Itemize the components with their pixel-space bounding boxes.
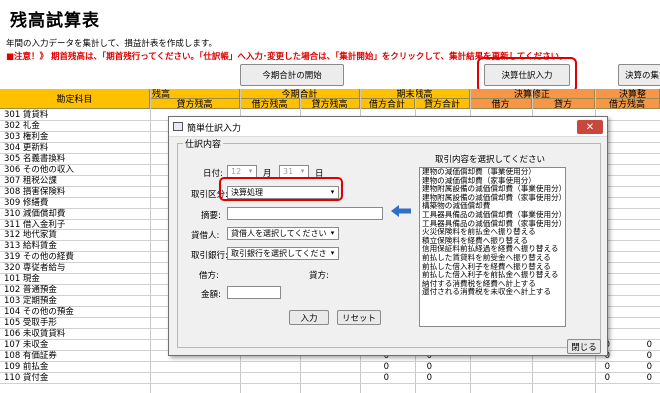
account-code-name: 308 損害保険料: [4, 186, 66, 197]
cell-value: 0: [383, 361, 389, 372]
cell-value: 0: [383, 372, 389, 383]
input-button[interactable]: 入力: [289, 310, 329, 325]
sub-header: 借方合計: [360, 99, 415, 109]
account-code-name: 303 権利金: [4, 131, 49, 142]
account-code-name: 320 専従者給与: [4, 263, 66, 274]
lender-select[interactable]: 貸借人を選択してください ▾: [227, 227, 339, 240]
page-title: 残高試算表: [10, 11, 100, 31]
sub-header: 貸方合計: [415, 99, 470, 109]
month-value: 12: [231, 167, 242, 176]
bank-label: 取引銀行:: [191, 251, 228, 261]
account-code-name: 319 その他の経費: [4, 252, 74, 263]
account-code-name: 109 前払金: [4, 361, 49, 372]
sub-header: 貸方: [532, 99, 595, 109]
cell-value: 0: [604, 361, 610, 372]
account-code-name: 313 給料賃金: [4, 241, 57, 252]
account-code-name: 302 礼金: [4, 120, 40, 131]
amount-input[interactable]: [227, 286, 281, 299]
account-code-name: 110 貸付金: [4, 372, 49, 383]
sub-header: 借方残高: [240, 99, 300, 109]
day-value: 31: [283, 167, 294, 176]
list-items: 建物の減価償却費（事業使用分） 建物の減価償却費（家事使用分） 建物附属設備の減価償…: [420, 168, 565, 297]
account-code-name: 105 受取手形: [4, 318, 57, 329]
cell-value: 0: [646, 361, 652, 372]
reset-button[interactable]: リセット: [337, 310, 381, 325]
account-code-name: 106 未収賃貸料: [4, 329, 66, 339]
dialog-title-bar: 簡単仕訳入力 ✕: [169, 117, 607, 137]
summary-label: 摘要:: [201, 211, 221, 221]
kessan-aggregate-button[interactable]: 決算の集計: [618, 64, 660, 86]
list-caption: 取引内容を選択してください: [435, 155, 545, 165]
bank-value: 取引銀行を選択してください: [231, 249, 335, 258]
table-row[interactable]: 110 貸付金 0 0 0 0: [0, 373, 660, 383]
start-period-button[interactable]: 今期合計の開始: [240, 64, 344, 86]
sub-header: 貸方残高: [300, 99, 360, 109]
lender-label: 貸借人:: [191, 231, 220, 241]
dialog-title: 簡単仕訳入力: [187, 124, 242, 134]
transaction-list[interactable]: 建物の減価償却費（事業使用分） 建物の減価償却費（家事使用分） 建物附属設備の減価償…: [419, 167, 566, 327]
bank-select[interactable]: 取引銀行を選択してください ▾: [227, 247, 339, 260]
account-code-name: 107 未収金: [4, 339, 49, 350]
account-code-name: 304 更新料: [4, 142, 49, 153]
list-item[interactable]: 還付される消費税を未収金へ計上する: [420, 288, 565, 297]
cell-value: 0: [646, 350, 652, 361]
group-header-balance: 残高: [150, 89, 240, 99]
amount-label: 金額:: [201, 290, 221, 300]
account-code-name: 301 賃貸料: [4, 110, 49, 120]
chevron-down-icon: ▾: [297, 166, 308, 177]
group-header-adjust2: 決算整: [595, 89, 660, 99]
chevron-down-icon: ▾: [327, 248, 338, 259]
account-code-name: 102 普通預金: [4, 285, 57, 296]
account-code-name: 305 名義書換料: [4, 153, 66, 164]
page-description: 年間の入力データを集計して、損益計表を作成します。: [6, 39, 217, 49]
table-row[interactable]: 109 前払金 0 0 0 0: [0, 362, 660, 372]
account-code-name: 306 その他の収入: [4, 164, 74, 175]
cell-value: 0: [604, 372, 610, 383]
summary-input[interactable]: [227, 207, 383, 220]
account-code-name: 311 借入金利子: [4, 219, 66, 230]
account-code-name: 108 有価証券: [4, 350, 57, 361]
account-code-name: 310 減価償却費: [4, 208, 66, 219]
account-code-name: 312 地代家賃: [4, 230, 57, 241]
credit-label: 貸方:: [309, 271, 329, 281]
arrow-left-icon: [391, 205, 411, 217]
sub-header: 貸方残高: [150, 99, 240, 109]
account-code-name: 307 租税公課: [4, 175, 57, 186]
chevron-down-icon: ▾: [245, 166, 256, 177]
account-header: 勘定科目: [0, 89, 150, 109]
cell-value: 0: [426, 372, 432, 383]
account-code-name: 103 定期預金: [4, 296, 57, 307]
highlight-frame: [477, 57, 577, 93]
close-icon[interactable]: ✕: [577, 120, 603, 134]
frame-caption: 仕訳内容: [183, 137, 224, 150]
account-code-name: 309 修繕費: [4, 197, 49, 208]
lender-value: 貸借人を選択してください: [231, 229, 327, 238]
debit-label: 借方:: [199, 271, 219, 281]
cell-value: 0: [646, 372, 652, 383]
journal-dialog: 簡単仕訳入力 ✕ 仕訳内容 日付: 12 ▾ 月 31 ▾ 日 取引区分: 決算…: [168, 116, 608, 356]
chevron-down-icon: ▾: [327, 228, 338, 239]
cell-value: 0: [646, 339, 652, 350]
sub-header: 借方: [470, 99, 532, 109]
app-icon: [173, 122, 183, 131]
cell-value: 0: [426, 361, 432, 372]
close-button[interactable]: 閉じる: [567, 339, 601, 354]
account-code-name: 104 その他の預金: [4, 307, 74, 318]
highlight-frame: [219, 177, 343, 201]
sub-header: 借方残高: [595, 99, 660, 109]
account-code-name: 101 現金: [4, 274, 40, 285]
